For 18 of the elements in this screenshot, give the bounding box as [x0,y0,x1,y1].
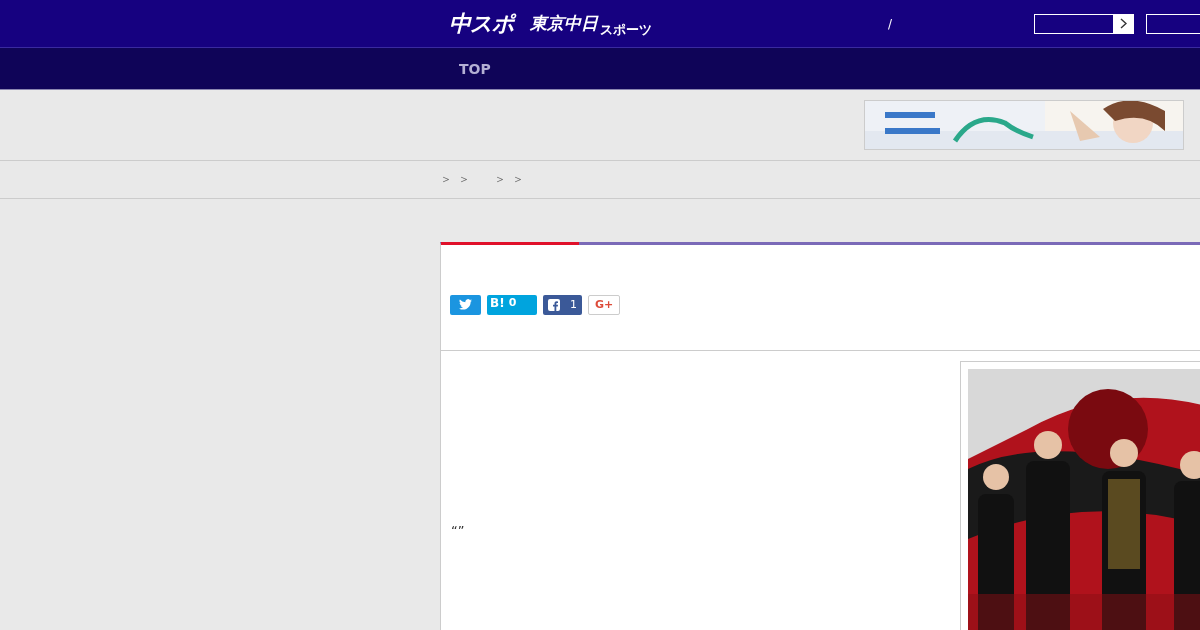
breadcrumb-separator: ＞ [458,171,471,188]
facebook-share-button[interactable]: 1 [543,294,582,315]
facebook-icon [548,298,560,311]
breadcrumb-separator: ＞ [440,171,453,188]
separator-text: / [888,16,893,31]
search-button[interactable] [1113,14,1134,33]
chevron-right-icon [1119,18,1127,29]
breadcrumb-separator: ＞ [512,171,525,188]
breadcrumb-separator: ＞ [494,171,507,188]
input-field[interactable] [1146,13,1200,34]
nav-link[interactable]: TOP [459,60,491,77]
site-sublogo-small: スポーツ [600,21,652,39]
google-plus-share-button[interactable]: G+ [588,294,620,315]
search-field[interactable] [1034,13,1135,34]
twitter-share-button[interactable] [450,294,481,315]
article-text: “” [451,523,465,540]
site-sublogo: 東京中日 [530,12,598,35]
bird-icon [459,299,472,310]
